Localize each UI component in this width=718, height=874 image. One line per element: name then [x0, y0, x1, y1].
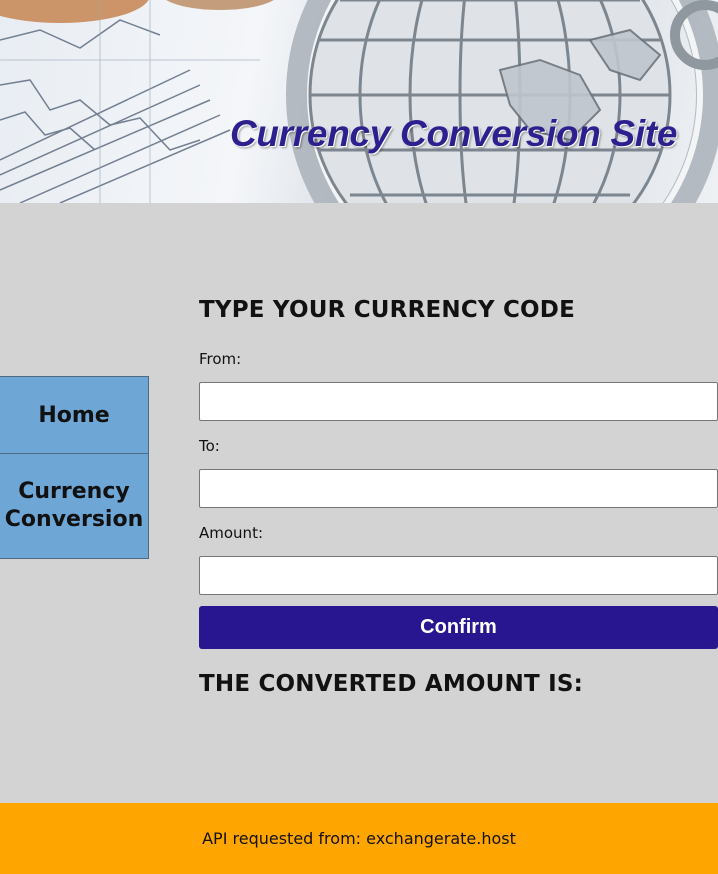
converted-amount-heading: THE CONVERTED AMOUNT IS: — [199, 671, 584, 697]
header-banner: Currency Conversion Site — [0, 0, 718, 203]
confirm-button[interactable]: Confirm — [199, 606, 718, 649]
from-label: From: — [199, 350, 242, 368]
to-label: To: — [199, 437, 220, 455]
sidebar-item-home[interactable]: Home — [0, 377, 148, 454]
from-input[interactable] — [199, 382, 718, 421]
amount-input[interactable] — [199, 556, 718, 595]
footer-api-credit: API requested from: exchangerate.host — [202, 829, 516, 848]
sidebar-item-currency-conversion[interactable]: Currency Conversion — [0, 454, 148, 558]
sidebar-nav: Home Currency Conversion — [0, 376, 149, 559]
form-heading: TYPE YOUR CURRENCY CODE — [199, 297, 576, 323]
conversion-form: TYPE YOUR CURRENCY CODE From: To: Amount… — [199, 292, 718, 697]
to-input[interactable] — [199, 469, 718, 508]
footer: API requested from: exchangerate.host — [0, 803, 718, 874]
banner-image — [0, 0, 718, 203]
amount-label: Amount: — [199, 524, 263, 542]
site-title: Currency Conversion Site — [230, 113, 678, 154]
